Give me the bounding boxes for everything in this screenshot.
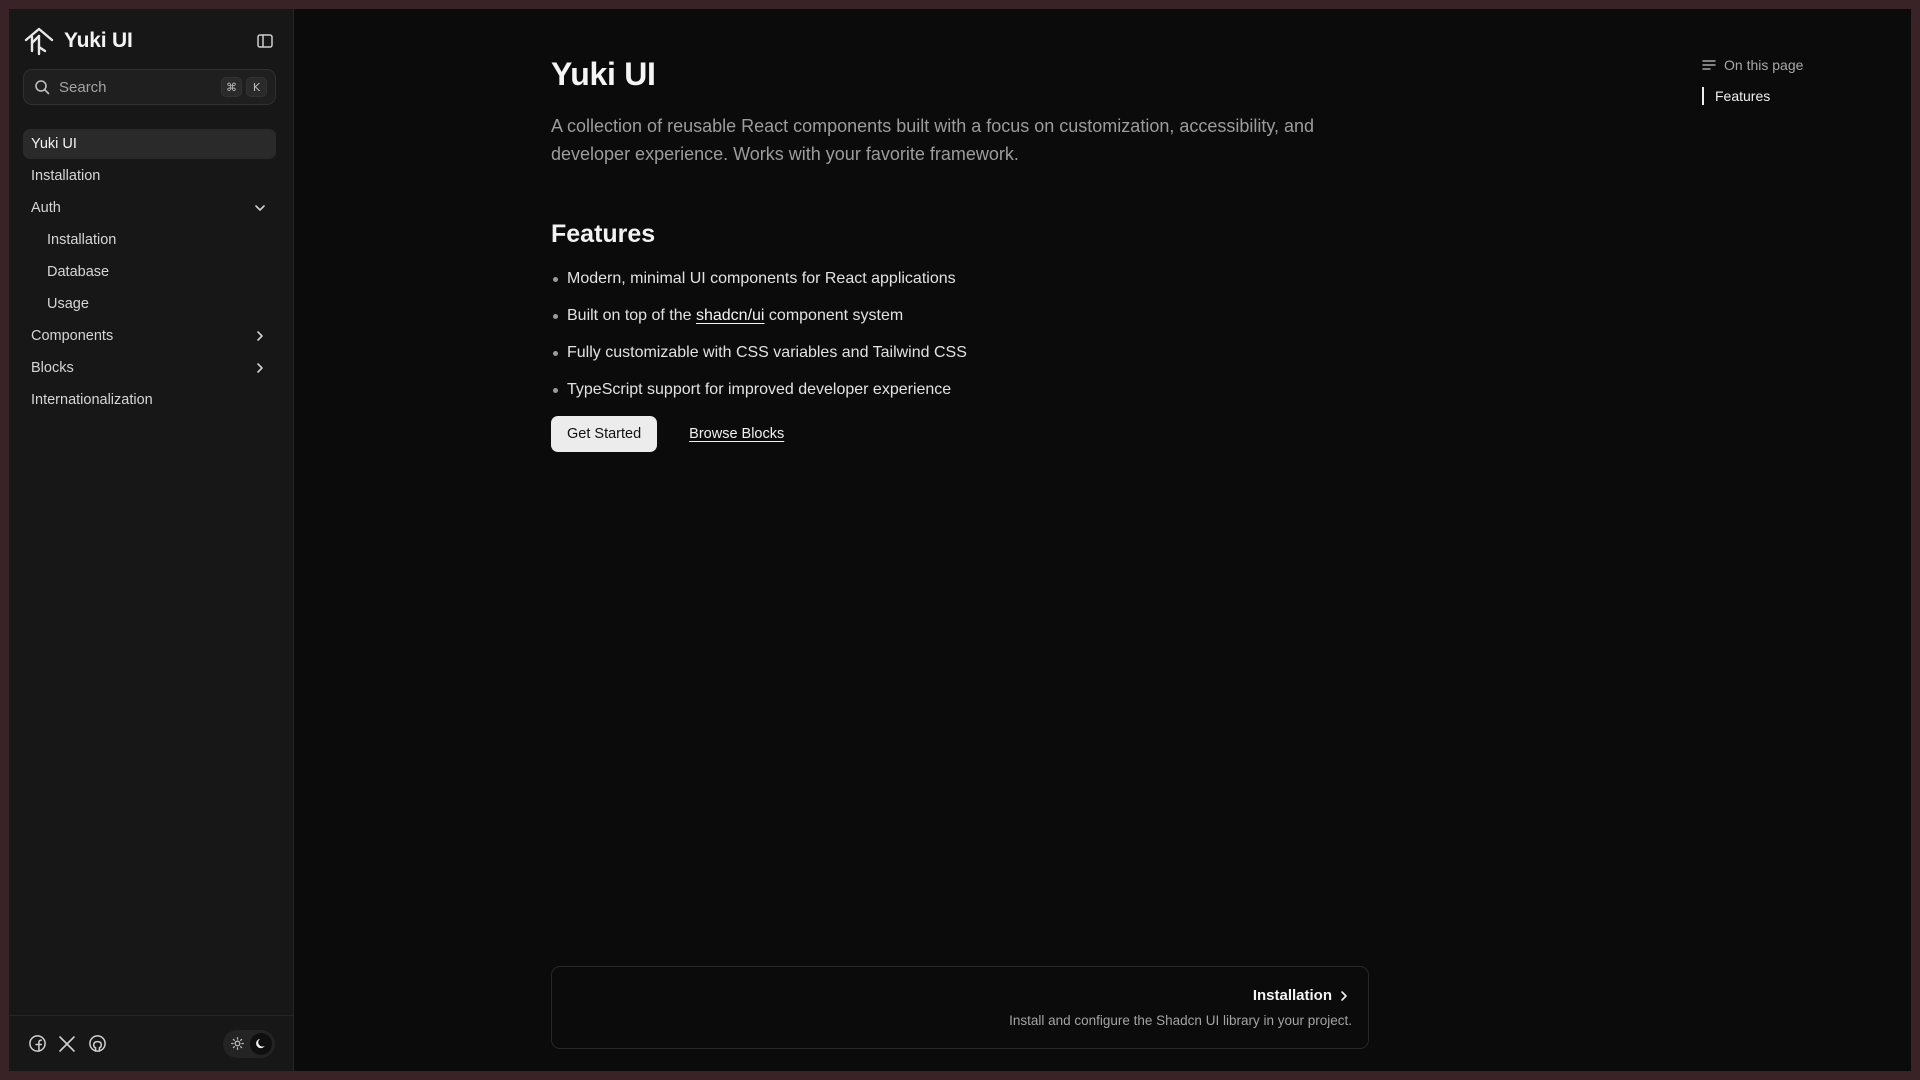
sidebar-item-label: Yuki UI (31, 136, 77, 152)
x-icon[interactable] (57, 1034, 77, 1054)
next-page-title: Installation (1253, 987, 1352, 1004)
facebook-icon[interactable] (27, 1034, 47, 1054)
chevron-down-icon (252, 200, 268, 216)
list-item-text: Built on top of the (567, 307, 696, 324)
sidebar-item-auth[interactable]: Auth (23, 193, 276, 223)
yuki-logo-icon[interactable] (22, 24, 56, 58)
sidebar-item-auth-database[interactable]: Database (23, 257, 276, 287)
features-heading: Features (551, 220, 656, 248)
sidebar-item-label: Blocks (31, 360, 74, 376)
brand-name[interactable]: Yuki UI (64, 29, 133, 53)
sidebar-item-label: Installation (47, 232, 117, 248)
sidebar-item-label: Installation (31, 168, 101, 184)
theme-toggle[interactable] (223, 1029, 275, 1058)
sidebar-item-yuki-ui[interactable]: Yuki UI (23, 129, 276, 159)
chevron-right-icon (252, 360, 268, 376)
browse-blocks-link[interactable]: Browse Blocks (689, 426, 784, 442)
list-item: Modern, minimal UI components for React … (551, 268, 1369, 290)
next-page-label: Installation (1252, 987, 1332, 1004)
search-input[interactable]: Search ⌘ K (23, 69, 276, 105)
cta-row: Get Started Browse Blocks (551, 416, 1369, 452)
sidebar-item-label: Internationalization (31, 392, 153, 408)
toc-heading-label: On this page (1724, 57, 1804, 73)
github-icon[interactable] (87, 1034, 107, 1054)
list-item: Built on top of the shadcn/ui component … (551, 305, 1369, 327)
sidebar-item-auth-usage[interactable]: Usage (23, 289, 276, 319)
sidebar-item-label: Auth (31, 200, 61, 216)
list-item: TypeScript support for improved develope… (551, 379, 1369, 401)
sidebar-item-label: Usage (47, 296, 89, 312)
sidebar-item-label: Database (47, 264, 110, 280)
next-page-card[interactable]: Installation Install and configure the S… (551, 966, 1369, 1049)
toc-link-features[interactable]: Features (1715, 87, 1911, 105)
chevron-right-icon (1338, 989, 1352, 1003)
get-started-button[interactable]: Get Started (551, 416, 658, 452)
sidebar-item-components[interactable]: Components (23, 321, 276, 351)
sun-icon[interactable] (226, 1033, 248, 1055)
sidebar-item-installation[interactable]: Installation (23, 161, 276, 191)
sidebar-item-blocks[interactable]: Blocks (23, 353, 276, 383)
toc-heading: On this page (1702, 57, 1911, 73)
table-of-contents: On this page Features (1702, 57, 1911, 105)
brand-row: Yuki UI (22, 24, 280, 58)
search-shortcut: ⌘ K (221, 77, 267, 97)
moon-icon[interactable] (250, 1032, 272, 1055)
sidebar-item-internationalization[interactable]: Internationalization (23, 385, 276, 415)
main-content: Yuki UI A collection of reusable React c… (294, 9, 1911, 1071)
list-item: Fully customizable with CSS variables an… (551, 342, 1369, 364)
search-placeholder: Search (59, 78, 107, 96)
app-window: Yuki UI Search ⌘ K Yuki UI Installation … (9, 9, 1911, 1071)
toc-list: Features (1702, 87, 1911, 105)
page-title: Yuki UI (551, 56, 656, 92)
sidebar-panel-icon (257, 34, 273, 48)
shadcn-ui-link[interactable]: shadcn/ui (696, 307, 765, 324)
sidebar-item-label: Components (31, 328, 114, 344)
text-align-icon (1702, 57, 1718, 73)
chevron-right-icon (252, 328, 268, 344)
social-links (27, 1034, 107, 1054)
next-page-description: Install and configure the Shadcn UI libr… (1009, 1013, 1352, 1028)
sidebar-footer (9, 1015, 293, 1071)
list-item-text: component system (764, 307, 904, 324)
page-description: A collection of reusable React component… (551, 116, 1315, 164)
search-icon (34, 79, 51, 96)
sidebar-item-auth-installation[interactable]: Installation (23, 225, 276, 255)
sidebar: Yuki UI Search ⌘ K Yuki UI Installation … (9, 9, 294, 1071)
sidebar-toggle-button[interactable] (250, 26, 280, 56)
kbd-command: ⌘ (221, 77, 242, 97)
kbd-k: K (246, 77, 267, 97)
features-list: Modern, minimal UI components for React … (551, 268, 1369, 401)
article: Yuki UI A collection of reusable React c… (551, 54, 1369, 452)
sidebar-nav: Yuki UI Installation Auth Installation D… (23, 129, 276, 417)
